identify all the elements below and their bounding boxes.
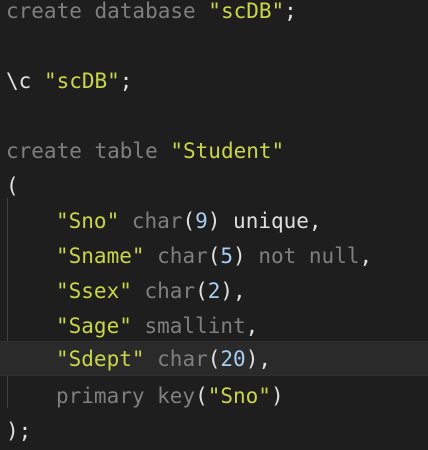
code-token-plain: unique, xyxy=(220,209,322,233)
code-token-punct: , xyxy=(245,314,259,338)
code-line[interactable]: "Sdept" char(20), xyxy=(0,341,428,376)
code-token-punct: ( xyxy=(6,174,19,198)
code-token-num: 2 xyxy=(207,279,221,303)
code-token-punct: ) xyxy=(207,209,221,233)
code-token-punct: ; xyxy=(284,0,297,23)
code-token-kw: primary key xyxy=(56,384,196,408)
code-line[interactable]: "Sname" char(5) not null, xyxy=(0,239,428,274)
code-token-kw: char xyxy=(131,279,196,303)
code-token-punct: ; xyxy=(119,69,133,93)
code-token-kw: create table xyxy=(6,139,171,163)
code-token-punct: ( xyxy=(207,347,221,371)
code-token-punct: , xyxy=(359,244,373,268)
code-line[interactable]: "Sage" smallint, xyxy=(0,309,428,344)
code-line[interactable]: ( xyxy=(0,169,428,204)
code-token-num: 20 xyxy=(220,347,246,371)
code-token-punct: ) xyxy=(233,244,246,268)
code-token-str: "Student" xyxy=(170,139,285,163)
code-token-kw: char xyxy=(144,244,208,268)
code-token-str: "Sdept" xyxy=(56,347,145,371)
code-token-num: 9 xyxy=(195,209,208,233)
code-token-punct: ( xyxy=(195,279,208,303)
code-token-plain: \c xyxy=(6,69,44,93)
code-token-kw: char xyxy=(144,347,208,371)
code-token-punct: ( xyxy=(195,384,208,408)
code-token-str: "Ssex" xyxy=(56,279,132,303)
code-line[interactable]: primary key("Sno") xyxy=(0,379,428,414)
code-token-str: "Sno" xyxy=(56,209,120,233)
code-token-punct: ), xyxy=(220,279,246,303)
code-token-str: "scDB" xyxy=(43,69,120,93)
code-token-kw: create database xyxy=(6,0,209,23)
code-token-str: "Sno" xyxy=(207,384,271,408)
code-line[interactable]: "Sno" char(9) unique, xyxy=(0,204,428,239)
code-token-punct: ( xyxy=(207,244,221,268)
code-token-punct: ( xyxy=(182,209,196,233)
code-token-punct: ) xyxy=(270,384,284,408)
code-line[interactable]: create database "scDB"; xyxy=(0,0,428,29)
code-line[interactable]: create table "Student" xyxy=(0,134,428,169)
code-line[interactable]: \c "scDB"; xyxy=(0,64,428,99)
code-line[interactable] xyxy=(0,29,428,64)
code-token-kw: smallint xyxy=(131,314,246,338)
code-line[interactable]: "Ssex" char(2), xyxy=(0,274,428,309)
code-line[interactable] xyxy=(0,99,428,134)
code-token-punct: ), xyxy=(245,347,271,371)
code-line[interactable]: ); xyxy=(0,414,428,449)
code-token-str: "Sname" xyxy=(56,244,145,268)
code-token-kw: not null xyxy=(245,244,360,268)
code-token-punct: ); xyxy=(6,419,32,443)
code-token-kw: char xyxy=(119,209,183,233)
code-editor[interactable]: create database "scDB"; \c "scDB"; create … xyxy=(0,0,428,450)
code-token-str: "Sage" xyxy=(56,314,132,338)
code-token-num: 5 xyxy=(220,244,234,268)
code-token-str: "scDB" xyxy=(208,0,285,23)
